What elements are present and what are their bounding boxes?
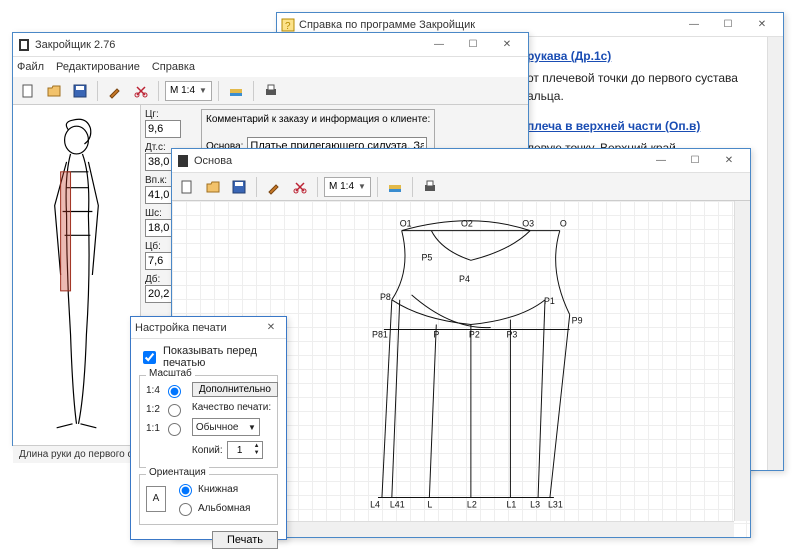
main-toolbar: M 1:4 ▼ — [13, 77, 528, 105]
chevron-down-icon: ▼ — [358, 182, 366, 191]
help-link-shoulder[interactable]: плеча в верхней части (Оп.в) — [527, 119, 700, 133]
color-button[interactable] — [225, 80, 247, 102]
chevron-down-icon: ▼ — [199, 86, 207, 95]
open-button[interactable] — [43, 80, 65, 102]
new-button[interactable] — [17, 80, 39, 102]
help-title: Справка по программе Закройщик — [299, 19, 677, 31]
quality-select[interactable]: Обычное ▼ — [192, 418, 260, 436]
osnova-color-button[interactable] — [384, 176, 406, 198]
main-title: Закройщик 2.76 — [35, 39, 422, 51]
scale-12-radio[interactable] — [168, 404, 181, 417]
print-dialog: Настройка печати ✕ Показывать перед печа… — [130, 316, 287, 540]
orientation-group-label: Ориентация — [146, 467, 209, 478]
param-cg-label: Цг: — [145, 109, 181, 120]
help-app-icon: ? — [281, 18, 295, 32]
osnova-new-button[interactable] — [176, 176, 198, 198]
brush-button[interactable] — [104, 80, 126, 102]
main-minimize-button[interactable]: — — [422, 35, 456, 55]
svg-text:L31: L31 — [548, 499, 563, 509]
osnova-scrollbar-v[interactable] — [734, 201, 750, 521]
osnova-print-button[interactable] — [419, 176, 441, 198]
spin-down-icon[interactable]: ▼ — [254, 450, 260, 457]
menu-edit[interactable]: Редактирование — [56, 61, 140, 73]
orientation-group: Ориентация A Книжная Альбомная — [139, 474, 278, 525]
help-close-button[interactable]: ✕ — [745, 15, 779, 35]
svg-text:P2: P2 — [469, 329, 480, 339]
print-action-button[interactable]: Печать — [212, 531, 278, 549]
svg-text:L4: L4 — [370, 499, 380, 509]
svg-text:P3: P3 — [506, 329, 517, 339]
chevron-down-icon: ▼ — [248, 423, 256, 432]
osnova-cut-button[interactable] — [289, 176, 311, 198]
svg-text:P1: P1 — [544, 296, 555, 306]
more-button[interactable]: Дополнительно — [192, 382, 278, 397]
portrait-radio[interactable] — [179, 484, 192, 497]
show-before-label: Показывать перед печатью — [163, 345, 278, 369]
help-minimize-button[interactable]: — — [677, 15, 711, 35]
copies-spinner[interactable]: ▲▼ — [227, 441, 263, 459]
svg-text:О2: О2 — [461, 219, 473, 229]
osnova-close-button[interactable]: ✕ — [712, 151, 746, 171]
print-titlebar[interactable]: Настройка печати ✕ — [131, 317, 286, 339]
help-link-sleeve[interactable]: рукава (Др.1с) — [527, 49, 611, 63]
osnova-scale-label: M 1:4 — [329, 181, 354, 192]
param-cg-input[interactable] — [145, 120, 181, 138]
osnova-minimize-button[interactable]: — — [644, 151, 678, 171]
spin-up-icon[interactable]: ▲ — [254, 443, 260, 450]
scale-group-label: Масштаб — [146, 368, 195, 379]
osnova-open-button[interactable] — [202, 176, 224, 198]
main-menubar: Файл Редактирование Справка — [13, 57, 528, 77]
scale-selector[interactable]: M 1:4 ▼ — [165, 81, 212, 101]
help-scrollbar[interactable] — [767, 37, 783, 470]
svg-text:P81: P81 — [372, 329, 388, 339]
main-titlebar[interactable]: Закройщик 2.76 — ☐ ✕ — [13, 33, 528, 57]
main-app-icon — [17, 38, 31, 52]
osnova-titlebar[interactable]: Основа — ☐ ✕ — [172, 149, 750, 173]
svg-text:?: ? — [285, 21, 291, 32]
save-button[interactable] — [69, 80, 91, 102]
svg-text:О1: О1 — [400, 219, 412, 229]
svg-text:P: P — [433, 329, 439, 339]
osnova-title: Основа — [194, 155, 644, 167]
svg-text:L2: L2 — [467, 499, 477, 509]
svg-text:P5: P5 — [421, 252, 432, 262]
print-close-button[interactable]: ✕ — [260, 318, 282, 338]
svg-text:L1: L1 — [506, 499, 516, 509]
menu-file[interactable]: Файл — [17, 61, 44, 73]
svg-text:P4: P4 — [459, 274, 470, 284]
scale-group: Масштаб 1:4 1:2 1:1 Дополнительно Качест… — [139, 375, 278, 468]
show-before-checkbox[interactable] — [143, 351, 156, 364]
svg-text:О3: О3 — [522, 219, 534, 229]
scale-11-radio[interactable] — [168, 423, 181, 436]
svg-text:P8: P8 — [380, 292, 391, 302]
svg-text:L: L — [427, 499, 432, 509]
help-maximize-button[interactable]: ☐ — [711, 15, 745, 35]
cut-button[interactable] — [130, 80, 152, 102]
status-text: Длина руки до первого су — [19, 449, 138, 460]
osnova-scale-selector[interactable]: M 1:4 ▼ — [324, 177, 371, 197]
figure-panel — [13, 105, 141, 445]
svg-text:L3: L3 — [530, 499, 540, 509]
landscape-radio[interactable] — [179, 503, 192, 516]
copies-input[interactable] — [228, 444, 252, 457]
osnova-maximize-button[interactable]: ☐ — [678, 151, 712, 171]
osnova-toolbar: M 1:4 ▼ — [172, 173, 750, 201]
osnova-app-icon — [176, 154, 190, 168]
print-title: Настройка печати — [135, 322, 260, 334]
svg-text:О: О — [560, 219, 567, 229]
svg-text:L41: L41 — [390, 499, 405, 509]
osnova-save-button[interactable] — [228, 176, 250, 198]
comment-label: Комментарий к заказу и информация о клие… — [206, 114, 430, 125]
menu-help[interactable]: Справка — [152, 61, 195, 73]
copies-label: Копий: — [192, 445, 223, 456]
scale-label: M 1:4 — [170, 85, 195, 96]
svg-text:P9: P9 — [572, 316, 583, 326]
print-button[interactable] — [260, 80, 282, 102]
main-close-button[interactable]: ✕ — [490, 35, 524, 55]
quality-label: Качество печати: — [192, 402, 278, 413]
page-orientation-icon: A — [146, 486, 166, 512]
main-maximize-button[interactable]: ☐ — [456, 35, 490, 55]
scale-14-radio[interactable] — [168, 385, 181, 398]
osnova-brush-button[interactable] — [263, 176, 285, 198]
